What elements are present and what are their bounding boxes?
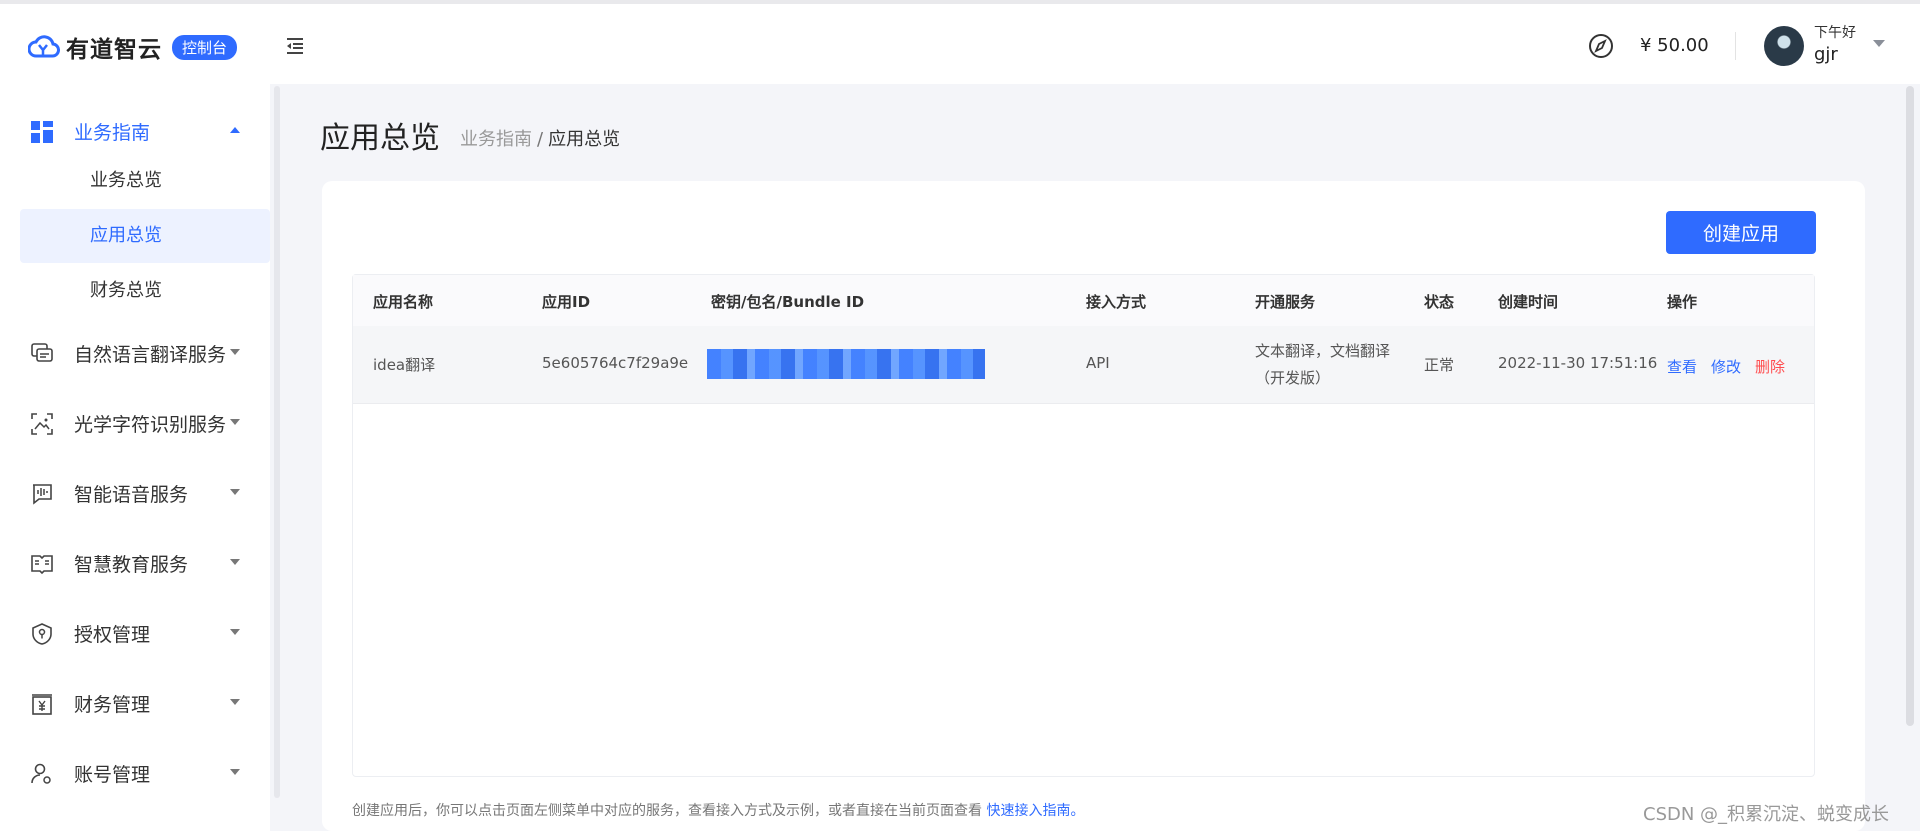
col-created: 创建时间 [1498, 293, 1559, 311]
cell-services-line2: （开发版） [1255, 369, 1331, 387]
main-scrollbar[interactable] [1906, 86, 1914, 726]
top-header: 有道智云 控制台 ¥ 50.00 下午好 gjr [0, 4, 1920, 84]
chevron-down-icon [230, 419, 240, 425]
username[interactable]: gjr [1814, 44, 1838, 65]
sidebar-group-label: 财务管理 [74, 694, 151, 716]
dashboard-grid-icon [31, 120, 53, 143]
logo[interactable]: 有道智云 控制台 [28, 30, 238, 64]
cell-app-id: 5e605764c7f29a9e [542, 354, 689, 372]
sidebar-group-account[interactable]: 账号管理 [30, 760, 240, 787]
sidebar-item-app-overview[interactable]: 应用总览 [20, 209, 270, 263]
breadcrumb: 业务指南 / 应用总览 [460, 125, 620, 151]
cell-access: API [1086, 354, 1110, 372]
cell-services-line1: 文本翻译，文档翻译 [1255, 342, 1391, 360]
console-badge: 控制台 [172, 34, 238, 60]
breadcrumb-current: 应用总览 [548, 129, 621, 150]
account-balance: ¥ 50.00 [1640, 35, 1709, 56]
shield-key-icon [32, 622, 52, 645]
cell-app-name: idea翻译 [373, 356, 436, 374]
sidebar-group-finance[interactable]: 财务管理 [30, 690, 240, 717]
quick-start-link[interactable]: 快速接入指南。 [986, 803, 1084, 819]
sidebar: 业务指南 业务总览 应用总览 财务总览 自然语言翻译服务 光学字符识别服务 智能… [0, 84, 270, 831]
greeting-text: 下午好 [1814, 25, 1856, 41]
delete-link[interactable]: 删除 [1755, 356, 1785, 377]
sidebar-scrollbar[interactable] [274, 86, 280, 798]
cloud-logo-icon [28, 35, 60, 58]
sidebar-group-authorization[interactable]: 授权管理 [30, 620, 240, 647]
sidebar-group-voice[interactable]: 智能语音服务 [30, 480, 240, 507]
chevron-down-icon [230, 349, 240, 355]
sidebar-item-business-overview[interactable]: 业务总览 [20, 154, 270, 208]
page-title: 应用总览 [320, 121, 440, 156]
voice-wave-icon [33, 483, 52, 505]
create-app-button[interactable]: 创建应用 [1666, 211, 1816, 254]
chevron-down-icon [230, 559, 240, 565]
compass-icon[interactable] [1588, 33, 1614, 59]
chevron-down-icon [230, 769, 240, 775]
hint-text: 创建应用后，你可以点击页面左侧菜单中对应的服务，查看接入方式及示例，或者直接在当… [352, 800, 1084, 820]
scan-image-icon [31, 412, 53, 435]
yuan-box-icon [32, 693, 52, 715]
sidebar-group-label: 光学字符识别服务 [74, 414, 227, 436]
cell-created: 2022-11-30 17:51:16 [1498, 354, 1658, 372]
sidebar-group-label: 账号管理 [74, 764, 151, 786]
watermark: CSDN @_积累沉淀、蜕变成长 [1643, 804, 1890, 825]
breadcrumb-parent[interactable]: 业务指南 [460, 129, 532, 150]
collapse-menu-icon[interactable] [285, 36, 305, 56]
sidebar-group-label: 业务指南 [74, 122, 151, 144]
user-menu-caret-icon[interactable] [1873, 40, 1885, 47]
col-services: 开通服务 [1255, 293, 1316, 311]
sidebar-group-nlp-translation[interactable]: 自然语言翻译服务 [30, 340, 240, 367]
avatar[interactable] [1764, 26, 1804, 66]
col-app-name: 应用名称 [373, 293, 434, 311]
col-status: 状态 [1424, 293, 1455, 311]
sidebar-group-label: 自然语言翻译服务 [74, 344, 227, 366]
col-access: 接入方式 [1086, 293, 1147, 311]
col-secret: 密钥/包名/Bundle ID [711, 293, 865, 311]
sidebar-group-label: 智能语音服务 [74, 484, 189, 506]
apps-table: 应用名称 应用ID 密钥/包名/Bundle ID 接入方式 开通服务 状态 创… [352, 274, 1815, 777]
sidebar-group-label: 智慧教育服务 [74, 554, 189, 576]
col-actions: 操作 [1667, 293, 1698, 311]
redacted-secret [707, 349, 985, 379]
logo-text: 有道智云 [66, 37, 162, 63]
sidebar-group-business-guide[interactable]: 业务指南 [30, 118, 240, 145]
view-link[interactable]: 查看 [1667, 356, 1697, 377]
chat-translate-icon [31, 342, 53, 362]
chevron-down-icon [230, 489, 240, 495]
sidebar-group-education[interactable]: 智慧教育服务 [30, 550, 240, 577]
edit-link[interactable]: 修改 [1711, 356, 1741, 377]
table-row: idea翻译 5e605764c7f29a9e API 文本翻译，文档翻译 （开… [353, 326, 1814, 404]
col-app-id: 应用ID [542, 293, 591, 311]
hint-body: 创建应用后，你可以点击页面左侧菜单中对应的服务，查看接入方式及示例，或者直接在当… [352, 803, 987, 819]
sidebar-group-label: 授权管理 [74, 624, 151, 646]
chevron-down-icon [230, 629, 240, 635]
breadcrumb-separator: / [537, 129, 544, 150]
sidebar-item-finance-overview[interactable]: 财务总览 [20, 264, 270, 318]
chevron-down-icon [230, 699, 240, 705]
table-header: 应用名称 应用ID 密钥/包名/Bundle ID 接入方式 开通服务 状态 创… [353, 275, 1814, 327]
user-settings-icon [31, 763, 51, 784]
sidebar-group-ocr[interactable]: 光学字符识别服务 [30, 410, 240, 437]
cell-status: 正常 [1424, 356, 1455, 374]
chevron-up-icon [230, 127, 240, 133]
header-divider [1735, 32, 1736, 60]
book-icon [31, 554, 53, 574]
